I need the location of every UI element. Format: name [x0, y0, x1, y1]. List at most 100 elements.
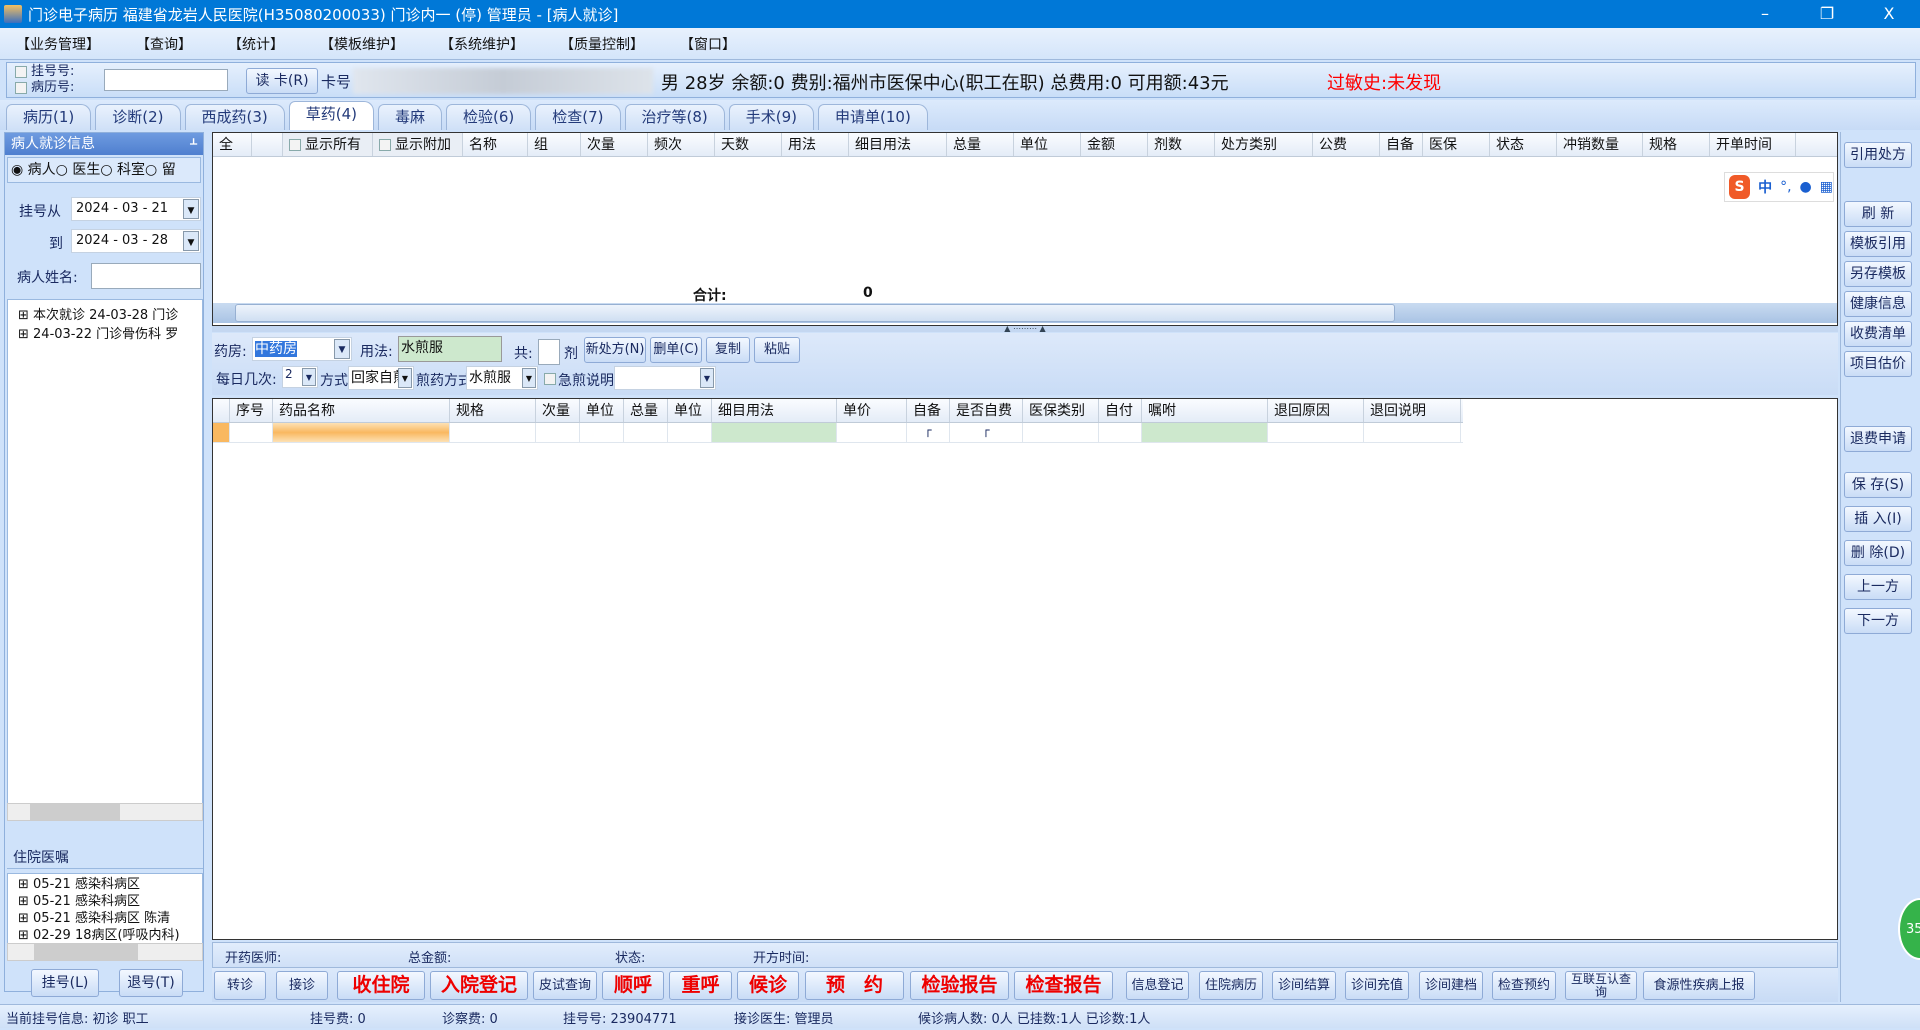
unregister-button[interactable]: 退号(T) — [119, 969, 183, 997]
col-header[interactable]: 自备 — [1380, 133, 1423, 156]
total-doses-input[interactable] — [538, 339, 560, 365]
next-prescription-button[interactable]: 下一方 — [1844, 608, 1912, 634]
self-paid-checkbox[interactable]: ┌ — [950, 423, 1023, 442]
self-supplied-checkbox[interactable]: ┌ — [907, 423, 950, 442]
col-header[interactable]: 处方类别 — [1215, 133, 1313, 156]
copy-button[interactable]: 复制 — [706, 337, 750, 363]
col-header[interactable]: 医保 — [1423, 133, 1490, 156]
refund-request-button[interactable]: 退费申请 — [1844, 426, 1912, 452]
cell-price[interactable] — [837, 423, 907, 442]
info-register-button[interactable]: 信息登记 — [1126, 971, 1189, 1000]
new-prescription-button[interactable]: 新处方(N) — [584, 337, 646, 363]
tab-treatment[interactable]: 治疗等(8) — [624, 104, 725, 130]
quote-prescription-button[interactable]: 引用处方 — [1844, 142, 1912, 168]
patient-name-input[interactable] — [91, 263, 201, 289]
save-button[interactable]: 保 存(S) — [1844, 472, 1912, 498]
health-info-button[interactable]: 健康信息 — [1844, 291, 1912, 317]
save-as-template-button[interactable]: 另存模板 — [1844, 261, 1912, 287]
tree-item[interactable]: ⊞ 本次就诊 24-03-28 门诊 — [18, 304, 202, 323]
col-header[interactable]: 开单时间 — [1710, 133, 1796, 156]
col-header[interactable]: 名称 — [463, 133, 528, 156]
cell-return-note[interactable] — [1364, 423, 1461, 442]
col-header[interactable]: 剂数 — [1148, 133, 1215, 156]
clinic-file-button[interactable]: 诊间建档 — [1419, 971, 1483, 1000]
col-header[interactable]: 自付 — [1099, 399, 1142, 422]
menu-business[interactable]: 【业务管理】 — [16, 34, 100, 54]
cell-unit[interactable] — [668, 423, 712, 442]
show-all-checkbox[interactable]: 显示所有 — [283, 133, 373, 156]
call-next-button[interactable]: 顺呼 — [602, 971, 664, 1000]
col-header[interactable]: 嘱咐 — [1142, 399, 1268, 422]
date-to-picker[interactable]: 2024 - 03 - 28 ▼ — [71, 229, 201, 253]
tab-medical-record[interactable]: 病历(1) — [6, 104, 92, 130]
menu-query[interactable]: 【查询】 — [136, 34, 192, 54]
col-header[interactable]: 单位 — [668, 399, 712, 422]
register-button[interactable]: 挂号(L) — [31, 969, 99, 997]
exam-report-button[interactable]: 检查报告 — [1014, 971, 1113, 1000]
radio-stay[interactable]: ○ 留 — [145, 162, 176, 178]
minimize-button[interactable]: – — [1742, 0, 1788, 28]
refresh-button[interactable]: 刷 新 — [1844, 201, 1912, 227]
col-header[interactable]: 自备 — [907, 399, 950, 422]
col-header[interactable]: 药品名称 — [273, 399, 450, 422]
col-header[interactable]: 次量 — [581, 133, 648, 156]
cell-total[interactable] — [624, 423, 668, 442]
note-select[interactable]: ▼ — [614, 366, 716, 390]
recall-button[interactable]: 重呼 — [669, 971, 732, 1000]
cell-dose[interactable] — [536, 423, 580, 442]
tree-item[interactable]: ⊞ 05-21 感染科病区 — [18, 876, 202, 893]
tree-item[interactable]: ⊞ 05-21 感染科病区 — [18, 893, 202, 910]
col-header[interactable]: 天数 — [715, 133, 782, 156]
menu-template[interactable]: 【模板维护】 — [320, 34, 404, 54]
tab-western-medicine[interactable]: 西成药(3) — [184, 104, 285, 130]
close-button[interactable]: X — [1866, 0, 1912, 28]
col-header[interactable]: 单位 — [580, 399, 624, 422]
grid-menu-icon[interactable]: ▦ — [1820, 179, 1833, 195]
col-header[interactable]: 次量 — [536, 399, 580, 422]
col-header[interactable]: 细目用法 — [712, 399, 837, 422]
select-all-header[interactable]: 全 — [213, 133, 252, 156]
col-header[interactable]: 序号 — [230, 399, 273, 422]
pin-icon[interactable]: ᚆ — [190, 133, 197, 155]
tab-examination[interactable]: 检查(7) — [535, 104, 621, 130]
radio-department[interactable]: ○ 科室 — [100, 162, 145, 178]
col-header[interactable]: 细目用法 — [849, 133, 947, 156]
record-no-checkbox[interactable] — [15, 81, 27, 94]
delete-prescription-button[interactable]: 删单(C) — [650, 337, 702, 363]
method-select[interactable]: 回家自煎 ▼ — [348, 366, 414, 390]
usage-input[interactable]: 水煎服 — [398, 336, 502, 362]
ime-lang-icon[interactable]: 中 — [1758, 177, 1772, 197]
col-header[interactable]: 总量 — [947, 133, 1014, 156]
splitter-handle[interactable]: ▲ ⋯⋯⋯ ▲ — [212, 325, 1838, 333]
menu-stats[interactable]: 【统计】 — [228, 34, 284, 54]
admission-register-button[interactable]: 入院登记 — [430, 971, 528, 1000]
waiting-button[interactable]: 候诊 — [737, 971, 799, 1000]
reg-no-input[interactable] — [104, 69, 228, 91]
reg-no-checkbox[interactable] — [15, 65, 27, 78]
cell-detail-usage[interactable] — [712, 423, 837, 442]
cell-spec[interactable] — [450, 423, 536, 442]
tab-herbal-medicine[interactable]: 草药(4) — [288, 101, 374, 130]
tab-diagnosis[interactable]: 诊断(2) — [95, 104, 181, 130]
chevron-down-icon[interactable]: ▼ — [302, 368, 316, 386]
col-header[interactable]: 医保类别 — [1023, 399, 1099, 422]
restore-button[interactable]: ❐ — [1804, 0, 1850, 28]
col-header[interactable]: 总量 — [624, 399, 668, 422]
ime-punct-icon[interactable]: °, — [1780, 179, 1791, 195]
cell-unit[interactable] — [580, 423, 624, 442]
delete-button[interactable]: 删 除(D) — [1844, 540, 1912, 566]
col-header[interactable]: 规格 — [450, 399, 536, 422]
appointment-button[interactable]: 预 约 — [805, 971, 904, 1000]
col-header[interactable]: 退回说明 — [1364, 399, 1461, 422]
chevron-down-icon[interactable]: ▼ — [522, 368, 536, 388]
col-header[interactable]: 单位 — [1014, 133, 1081, 156]
inpatient-record-button[interactable]: 住院病历 — [1199, 971, 1263, 1000]
horizontal-scrollbar[interactable] — [7, 803, 203, 821]
clinic-settlement-button[interactable]: 诊间结算 — [1272, 971, 1336, 1000]
cell-seq[interactable] — [230, 423, 273, 442]
tree-item[interactable]: ⊞ 05-21 感染科病区 陈清 — [18, 910, 202, 927]
price-estimate-button[interactable]: 项目估价 — [1844, 351, 1912, 377]
col-header[interactable]: 公费 — [1313, 133, 1380, 156]
microphone-icon[interactable]: ● — [1800, 179, 1812, 195]
daily-times-select[interactable]: 2 ▼ — [282, 366, 318, 388]
